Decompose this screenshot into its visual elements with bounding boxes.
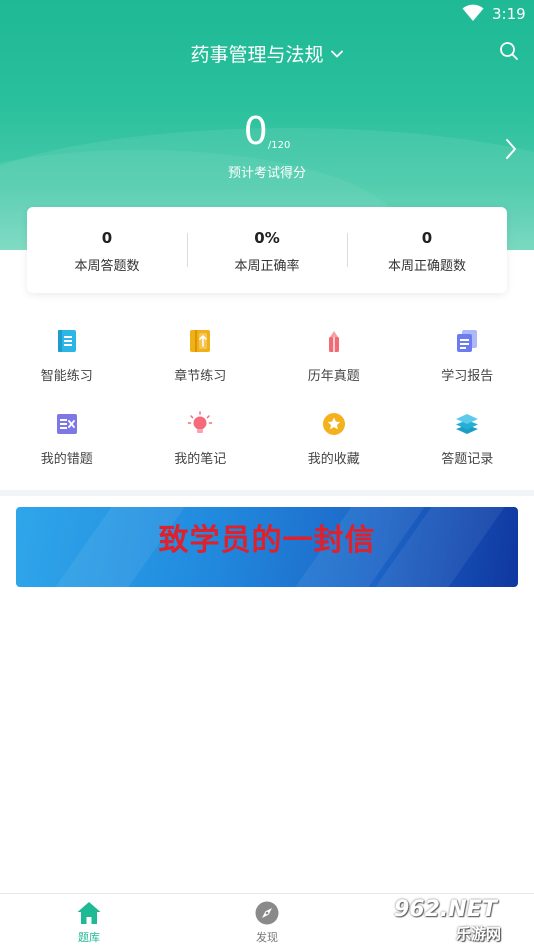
stat-weekly-accuracy[interactable]: 0% 本周正确率 (187, 207, 347, 293)
answer-records-button[interactable]: 答题记录 (401, 405, 534, 488)
smart-practice-button[interactable]: 智能练习 (0, 322, 134, 405)
predicted-score: 0/120 (0, 110, 534, 152)
chapter-book-icon (190, 330, 211, 352)
score-value: 0 (243, 109, 268, 153)
tile-label: 我的收藏 (307, 452, 360, 467)
tile-label: 答题记录 (441, 452, 494, 467)
wrong-questions-icon (56, 414, 77, 434)
watermark-logo: 962.NET 乐游网 (394, 897, 530, 945)
stat-weekly-correct[interactable]: 0 本周正确题数 (347, 207, 507, 293)
subject-title: 药事管理与法规 (190, 44, 324, 66)
status-time: 3:19 (492, 5, 526, 23)
watermark-subtext: 乐游网 (456, 925, 502, 943)
section-separator (0, 490, 534, 496)
tab-discover[interactable]: 发现 (227, 900, 307, 945)
chapter-practice-button[interactable]: 章节练习 (134, 322, 268, 405)
stat-label: 本周答题数 (74, 259, 140, 274)
stat-value: 0 (421, 229, 433, 247)
stat-label: 本周正确题数 (387, 259, 466, 274)
score-max: /120 (267, 140, 291, 151)
my-favorites-button[interactable]: 我的收藏 (267, 405, 401, 488)
stat-value: 0% (254, 229, 280, 247)
feature-grid: 智能练习 章节练习 历年真题 学习报告 我的错题 我的笔记 我的收藏 答题记录 (0, 322, 534, 488)
divider (187, 233, 188, 267)
star-icon (322, 413, 345, 435)
letter-banner[interactable]: 致学员的一封信 (16, 507, 518, 587)
my-notes-button[interactable]: 我的笔记 (134, 405, 268, 488)
wrong-questions-button[interactable]: 我的错题 (0, 405, 134, 488)
layers-icon (456, 414, 479, 434)
tile-label: 章节练习 (174, 369, 227, 384)
chevron-right-icon[interactable] (502, 136, 520, 162)
tab-label: 题库 (78, 931, 100, 944)
score-label: 预计考试得分 (227, 166, 306, 181)
compass-icon (255, 901, 279, 925)
tile-label: 学习报告 (441, 369, 494, 384)
stat-label: 本周正确率 (234, 259, 300, 274)
divider (347, 233, 348, 267)
report-icon (457, 330, 478, 352)
title-bar: 药事管理与法规 (0, 36, 534, 68)
tile-label: 我的错题 (40, 452, 93, 467)
home-icon (77, 902, 101, 924)
lightbulb-icon (188, 411, 213, 433)
subject-selector[interactable]: 药事管理与法规 (190, 40, 343, 67)
tile-label: 历年真题 (307, 369, 360, 384)
stat-weekly-answered[interactable]: 0 本周答题数 (27, 207, 187, 293)
tab-label: 发现 (256, 931, 278, 944)
stat-value: 0 (101, 229, 113, 247)
pencil-icon (328, 331, 339, 352)
wifi-icon (462, 4, 484, 21)
study-report-button[interactable]: 学习报告 (401, 322, 534, 405)
tile-label: 智能练习 (40, 369, 93, 384)
tile-label: 我的笔记 (174, 452, 227, 467)
banner-title: 致学员的一封信 (158, 523, 376, 558)
chevron-down-icon (330, 50, 343, 57)
search-icon[interactable] (498, 40, 520, 62)
weekly-stats-card: 0 本周答题数 0% 本周正确率 0 本周正确题数 (27, 207, 507, 293)
book-icon (57, 330, 76, 352)
tab-question-bank[interactable]: 题库 (49, 900, 129, 945)
past-exams-button[interactable]: 历年真题 (267, 322, 401, 405)
watermark-text: 962.NET (394, 897, 497, 922)
status-bar: 3:19 (0, 0, 534, 30)
